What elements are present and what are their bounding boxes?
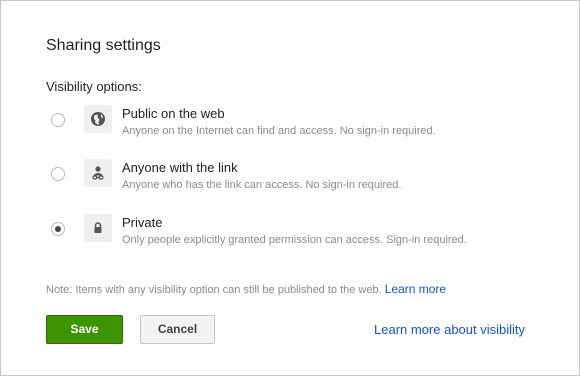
link-user-icon (84, 159, 112, 187)
radio-public-on-web[interactable] (51, 113, 65, 127)
option-anyone-with-link[interactable]: Anyone with the link Anyone who has the … (1, 159, 579, 207)
learn-more-about-visibility-link[interactable]: Learn more about visibility (374, 322, 525, 337)
save-button[interactable]: Save (46, 315, 123, 344)
option-description: Only people explicitly granted permissio… (122, 234, 467, 246)
option-public-on-web[interactable]: Public on the web Anyone on the Internet… (1, 105, 579, 153)
dialog-title: Sharing settings (46, 37, 161, 54)
radio-private[interactable] (51, 222, 65, 236)
option-title: Private (122, 215, 163, 230)
visibility-options-label: Visibility options: (46, 79, 142, 94)
radio-anyone-with-link[interactable] (51, 167, 65, 181)
publish-note-text: Note: Items with any visibility option c… (46, 284, 382, 296)
option-title: Anyone with the link (122, 160, 238, 175)
option-title: Public on the web (122, 106, 225, 121)
sharing-settings-dialog: Sharing settings Visibility options: Pub… (0, 0, 580, 376)
option-description: Anyone who has the link can access. No s… (122, 179, 402, 191)
learn-more-link[interactable]: Learn more (385, 282, 446, 296)
option-description: Anyone on the Internet can find and acce… (122, 125, 436, 137)
cancel-button[interactable]: Cancel (140, 315, 215, 344)
publish-note: Note: Items with any visibility option c… (46, 282, 446, 296)
lock-icon (84, 214, 112, 242)
option-private[interactable]: Private Only people explicitly granted p… (1, 214, 579, 262)
globe-icon (84, 105, 112, 133)
